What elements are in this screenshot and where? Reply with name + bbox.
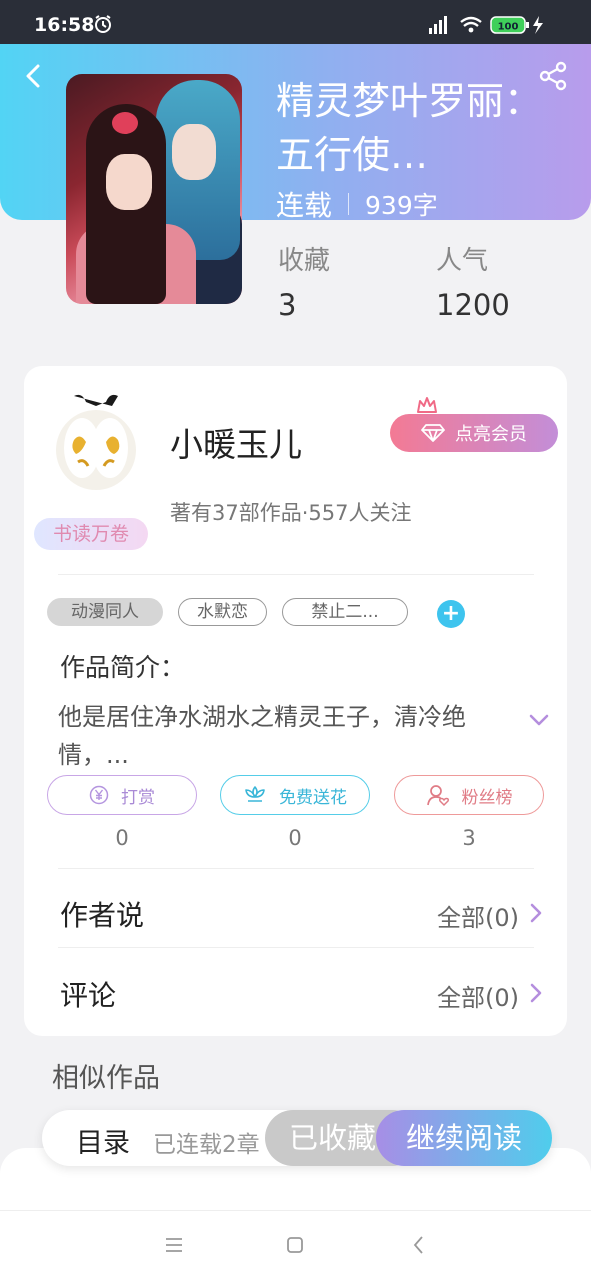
intro-text: 他是居住净水湖水之精灵王子，清冷绝情，... — [58, 703, 466, 769]
chevron-down-icon[interactable] — [527, 708, 551, 732]
charging-icon — [533, 16, 543, 34]
activate-vip-button[interactable]: 点亮会员 — [390, 414, 558, 452]
author-says-all[interactable]: 全部(0) — [437, 898, 519, 933]
send-flower-button[interactable]: 免费送花 — [220, 775, 370, 815]
chapter-progress: 已连载2章 — [153, 1132, 260, 1158]
popularity-count: 1200 — [436, 288, 510, 322]
author-says-label: 作者说 — [60, 899, 145, 932]
author-level-badge: 书读万卷 — [34, 518, 148, 550]
yen-coin-icon — [89, 785, 109, 805]
comments-all[interactable]: 全部(0) — [437, 978, 519, 1013]
send-flower-label: 免费送花 — [279, 787, 347, 808]
author-name[interactable]: 小暖玉儿 — [170, 418, 302, 466]
tag-item[interactable]: 禁止二... — [282, 598, 408, 626]
favorites-count: 3 — [278, 288, 297, 322]
signal-icon — [429, 16, 447, 34]
battery-level: 100 — [498, 22, 519, 33]
author-meta: 著有37部作品·557人关注 — [170, 501, 412, 525]
flower-count: 0 — [288, 826, 302, 850]
fan-ranking-button[interactable]: 粉丝榜 — [394, 775, 544, 815]
reward-button[interactable]: 打赏 — [47, 775, 197, 815]
status-time: 16:58 — [34, 14, 95, 36]
divider — [58, 868, 534, 869]
continue-reading-button[interactable]: 继续阅读 — [376, 1110, 552, 1166]
reward-count: 0 — [115, 826, 129, 850]
chevron-right-icon — [530, 983, 542, 1003]
status-bar: 16:58 100 — [0, 0, 591, 44]
book-cover-image[interactable] — [66, 74, 242, 304]
flower-icon — [245, 786, 265, 802]
home-icon[interactable] — [284, 1234, 306, 1256]
user-heart-icon — [426, 785, 449, 807]
word-count: 939字 — [365, 191, 438, 220]
book-status-line: 连载 939字 — [276, 184, 438, 224]
diamond-icon — [421, 424, 445, 442]
intro-title: 作品简介： — [60, 653, 186, 682]
tag-item[interactable]: 水默恋 — [178, 598, 267, 626]
similar-works-title: 相似作品 — [52, 1063, 160, 1094]
battery-icon: 100 — [490, 16, 529, 34]
book-title: 精灵梦叶罗丽：五行使… — [276, 79, 543, 177]
back-nav-icon[interactable] — [408, 1234, 430, 1256]
divider — [348, 193, 350, 215]
vip-button-label: 点亮会员 — [455, 424, 527, 445]
status-icons: 100 — [429, 16, 543, 34]
back-icon[interactable] — [18, 60, 50, 92]
wifi-icon — [460, 16, 482, 33]
serial-status: 连载 — [276, 189, 333, 222]
fan-count: 3 — [462, 826, 476, 850]
popularity-label: 人气 — [436, 246, 489, 276]
chevron-right-icon — [530, 903, 542, 923]
fan-ranking-label: 粉丝榜 — [461, 787, 513, 808]
tag-category[interactable]: 动漫同人 — [47, 598, 163, 626]
add-tag-icon[interactable]: + — [437, 600, 465, 628]
comments-label: 评论 — [60, 979, 117, 1012]
favorites-label: 收藏 — [278, 246, 331, 276]
menu-icon[interactable] — [163, 1234, 185, 1256]
alarm-icon — [95, 15, 111, 33]
author-avatar[interactable] — [52, 392, 140, 492]
divider — [58, 947, 534, 948]
crown-icon — [417, 397, 437, 413]
table-of-contents-button[interactable]: 目录 — [76, 1121, 130, 1160]
reward-label: 打赏 — [121, 787, 155, 808]
divider — [58, 574, 534, 575]
